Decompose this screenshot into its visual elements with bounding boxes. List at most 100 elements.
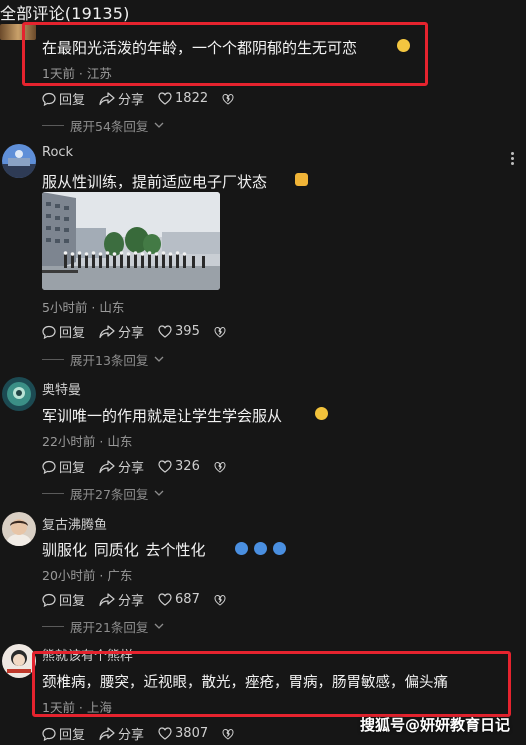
comment-actions: 回复 分享 326 [42, 457, 240, 476]
reply-label: 回复 [59, 461, 86, 476]
reply-icon [42, 593, 56, 607]
expand-label: 展开13条回复 [70, 353, 149, 368]
more-button[interactable] [511, 152, 514, 165]
chevron-down-icon [154, 490, 164, 496]
heart-icon [158, 325, 172, 338]
chevron-down-icon [154, 623, 164, 629]
dislike-icon [214, 326, 226, 338]
dislike-icon [214, 461, 226, 473]
chevron-down-icon [154, 356, 164, 362]
like-button[interactable]: 326 [158, 459, 200, 474]
reply-icon [42, 460, 56, 474]
cold-sweat-emoji-icon [254, 542, 267, 555]
like-count: 395 [175, 324, 200, 339]
share-icon [99, 459, 115, 473]
dislike-button[interactable] [214, 594, 226, 606]
heart-icon [158, 727, 172, 740]
like-button[interactable]: 3807 [158, 726, 208, 741]
reply-button[interactable]: 回复 [42, 322, 85, 341]
reply-icon [42, 92, 56, 106]
avatar[interactable] [2, 644, 36, 678]
laughing-emoji-icon [315, 407, 328, 420]
like-count: 3807 [175, 726, 209, 741]
expand-label: 展开21条回复 [70, 620, 149, 635]
divider [42, 626, 64, 627]
dislike-icon [214, 594, 226, 606]
watermark: 搜狐号@妍妍教育日记 [359, 716, 510, 734]
cold-sweat-emoji-icon [235, 542, 248, 555]
reply-label: 回复 [59, 728, 86, 743]
dislike-icon [222, 93, 234, 105]
share-icon [99, 726, 115, 740]
share-button[interactable]: 分享 [99, 89, 144, 108]
share-icon [99, 592, 115, 606]
heart-icon [158, 92, 172, 105]
share-button[interactable]: 分享 [99, 724, 144, 743]
share-label: 分享 [118, 326, 145, 341]
reply-button[interactable]: 回复 [42, 89, 85, 108]
share-button[interactable]: 分享 [99, 457, 144, 476]
divider [42, 493, 64, 494]
expand-label: 展开27条回复 [70, 487, 149, 502]
highlight-box [32, 651, 511, 717]
username[interactable]: 奥特曼 [42, 379, 81, 398]
expand-replies-button[interactable]: 展开13条回复 [42, 350, 164, 369]
comment-actions: 回复 分享 3807 [42, 724, 248, 743]
highlight-box [22, 22, 428, 86]
comment-meta: 22小时前 · 山东 [42, 434, 133, 449]
dislike-icon [222, 728, 234, 740]
comment-actions: 回复 分享 395 [42, 322, 240, 341]
share-label: 分享 [118, 93, 145, 108]
dislike-button[interactable] [214, 326, 226, 338]
divider [42, 359, 64, 360]
share-button[interactable]: 分享 [99, 590, 144, 609]
share-button[interactable]: 分享 [99, 322, 144, 341]
username[interactable]: Rock [42, 145, 73, 160]
reply-icon [42, 325, 56, 339]
heart-icon [158, 593, 172, 606]
reply-button[interactable]: 回复 [42, 590, 85, 609]
like-button[interactable]: 687 [158, 592, 200, 607]
avatar[interactable] [2, 377, 36, 411]
share-label: 分享 [118, 728, 145, 743]
reply-button[interactable]: 回复 [42, 457, 85, 476]
reply-label: 回复 [59, 93, 86, 108]
avatar[interactable] [2, 512, 36, 546]
like-button[interactable]: 1822 [158, 91, 208, 106]
like-count: 326 [175, 459, 200, 474]
thumbs-up-emoji-icon [295, 173, 308, 186]
like-button[interactable]: 395 [158, 324, 200, 339]
share-icon [99, 91, 115, 105]
comment-meta: 5小时前 · 山东 [42, 300, 125, 315]
chevron-down-icon [154, 122, 164, 128]
dislike-button[interactable] [222, 93, 234, 105]
comment-meta: 20小时前 · 广东 [42, 568, 133, 583]
like-count: 1822 [175, 91, 209, 106]
avatar[interactable] [2, 144, 36, 178]
expand-replies-button[interactable]: 展开27条回复 [42, 484, 164, 503]
username[interactable]: 复古沸腾鱼 [42, 514, 107, 533]
comment-actions: 回复 分享 1822 [42, 89, 248, 108]
expand-label: 展开54条回复 [70, 119, 149, 134]
expand-replies-button[interactable]: 展开54条回复 [42, 116, 164, 135]
reply-label: 回复 [59, 594, 86, 609]
comment-photo[interactable] [42, 192, 220, 290]
dislike-button[interactable] [222, 728, 234, 740]
expand-replies-button[interactable]: 展开21条回复 [42, 617, 164, 636]
cold-sweat-emoji-icon [273, 542, 286, 555]
reply-icon [42, 727, 56, 741]
divider [42, 125, 64, 126]
reply-button[interactable]: 回复 [42, 724, 85, 743]
heart-icon [158, 460, 172, 473]
comment-text: 服从性训练，提前适应电子厂状态 [42, 173, 268, 191]
share-label: 分享 [118, 461, 145, 476]
like-count: 687 [175, 592, 200, 607]
comment-text: 军训唯一的作用就是让学生学会服从 [42, 407, 283, 425]
reply-label: 回复 [59, 326, 86, 341]
comment-text: 驯服化 同质化 去个性化 [42, 541, 206, 559]
comments-header: 全部评论(19135) [0, 4, 130, 23]
comment-actions: 回复 分享 687 [42, 590, 240, 609]
share-label: 分享 [118, 594, 145, 609]
share-icon [99, 324, 115, 338]
dislike-button[interactable] [214, 461, 226, 473]
